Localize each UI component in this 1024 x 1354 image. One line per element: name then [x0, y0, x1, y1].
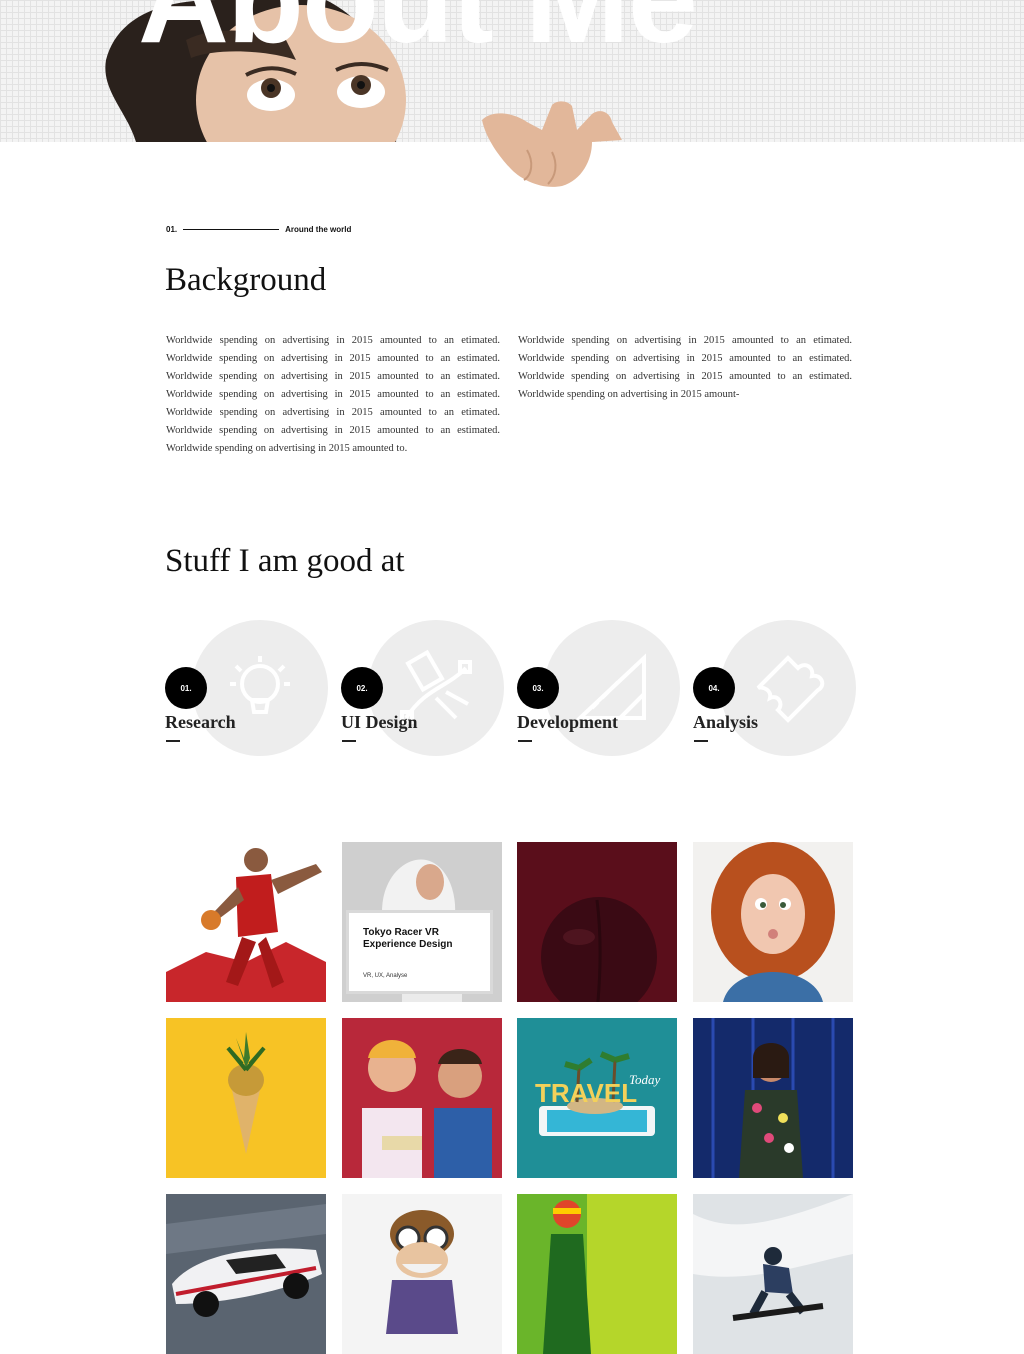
skill-analysis: 04. Analysis [693, 620, 869, 760]
portfolio-tile-featured[interactable]: Tokyo Racer VR Experience Design VR, UX,… [342, 842, 502, 1002]
skill-research: 01. Research [165, 620, 341, 760]
skill-underline [166, 740, 180, 742]
section-eyebrow: 01. Around the world [166, 223, 351, 235]
portfolio-tile-neon[interactable] [517, 1194, 677, 1354]
skill-label: Development [517, 712, 618, 732]
curly-redhead-image [693, 842, 853, 1002]
eyebrow-number: 01. [166, 224, 178, 234]
skill-circle [368, 620, 504, 756]
travel-image-script: Today [629, 1072, 661, 1087]
eyebrow-label: Around the world [285, 224, 352, 234]
portfolio-tile-basketball[interactable] [166, 842, 326, 1002]
skill-label: Analysis [693, 712, 759, 732]
portfolio-tile-pineapple[interactable] [166, 1018, 326, 1178]
neon-portrait-image [517, 1194, 677, 1354]
portfolio-tile-travel[interactable]: TRAVEL Today [517, 1018, 677, 1178]
eyebrow-divider [183, 228, 280, 230]
skill-circle [192, 620, 328, 756]
background-text-left: Worldwide spending on advertising in 201… [166, 335, 500, 454]
kids-reading-image [342, 1018, 502, 1178]
portfolio-tile-snowboard[interactable] [693, 1194, 853, 1354]
skill-circle [544, 620, 680, 756]
skills-heading: Stuff I am good at [165, 543, 405, 579]
portfolio-tile-kids[interactable] [342, 1018, 502, 1178]
skill-number-badge: 03. [517, 667, 559, 709]
project-card-title[interactable]: Tokyo Racer VR Experience Design [363, 927, 476, 951]
skill-label: Research [165, 712, 236, 732]
background-heading: Background [165, 262, 327, 298]
skill-development: 03. Development [517, 620, 693, 760]
basketball-player-image [166, 842, 326, 1002]
skill-label: UI Design [341, 712, 418, 732]
hand-image [482, 101, 622, 187]
toy-pilot-image [342, 1194, 502, 1354]
travel-image-text: TRAVEL [535, 1078, 637, 1108]
skill-underline [694, 740, 708, 742]
travel-app-image: TRAVEL Today [517, 1018, 677, 1178]
skill-circle [720, 620, 856, 756]
portfolio-tile-redhead[interactable] [693, 842, 853, 1002]
skill-number-badge: 02. [341, 667, 383, 709]
project-card-tags: VR, UX, Analyse [363, 973, 408, 979]
snowboarder-image [693, 1194, 853, 1354]
plum-image [517, 842, 677, 1002]
stage-speaker-image [693, 1018, 853, 1178]
skill-number-badge: 04. [693, 667, 735, 709]
project-card[interactable]: Tokyo Racer VR Experience Design VR, UX,… [346, 910, 493, 994]
pineapple-cone-image [166, 1018, 326, 1178]
page-title: About Me [138, 0, 698, 62]
race-car-image [166, 1194, 326, 1354]
skill-number-badge: 01. [165, 667, 207, 709]
skill-underline [518, 740, 532, 742]
portfolio-tile-speaker[interactable] [693, 1018, 853, 1178]
portfolio-tile-plum[interactable] [517, 842, 677, 1002]
portfolio-tile-character[interactable] [342, 1194, 502, 1354]
skill-underline [342, 740, 356, 742]
background-text-right: Worldwide spending on advertising in 201… [518, 335, 852, 400]
portfolio-tile-racecar[interactable] [166, 1194, 326, 1354]
skill-ui-design: 02. UI Design [341, 620, 517, 760]
puzzle-icon [756, 655, 825, 723]
